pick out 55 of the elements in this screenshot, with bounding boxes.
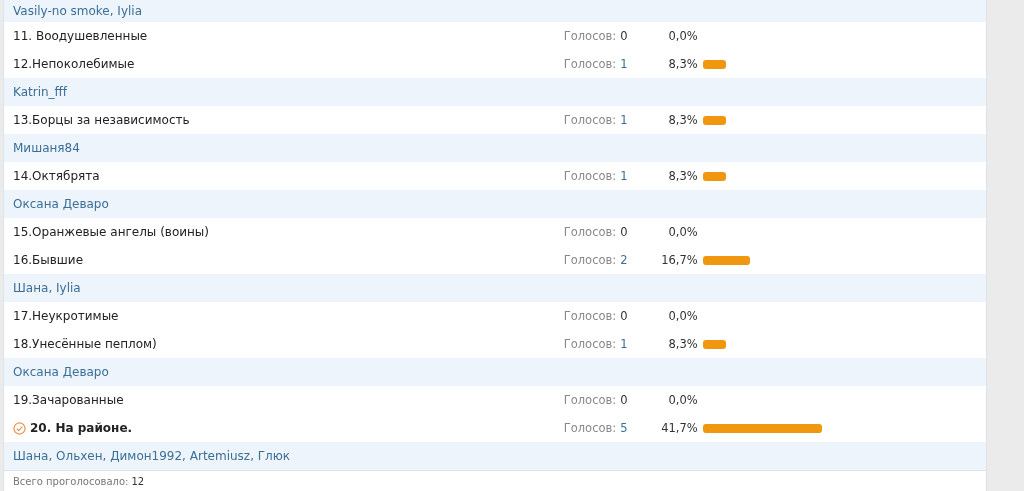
vote-percent: 8,3%	[667, 169, 698, 183]
vote-percent: 0,0%	[667, 309, 698, 323]
voter-names-link[interactable]: Шана, Iylia	[13, 281, 81, 295]
vote-percent: 41,7%	[660, 421, 698, 435]
votes-label: Голосов:	[563, 337, 617, 351]
votes-label: Голосов:	[563, 393, 617, 407]
vote-bar	[702, 59, 727, 69]
vote-bar	[702, 115, 727, 125]
option-label: 20. На районе.	[30, 421, 133, 435]
voter-names-link[interactable]: Оксана Деваро	[13, 197, 109, 211]
zero-vote-number: 0	[620, 309, 629, 323]
vote-bar	[702, 339, 727, 349]
votes-label: Голосов:	[563, 253, 617, 267]
votes-label: Голосов:	[563, 113, 617, 127]
check-circle-icon	[13, 421, 26, 435]
vote-percent: 8,3%	[667, 57, 698, 71]
voter-names-link[interactable]: Katrin_fff	[13, 85, 68, 99]
option-label: 11. Воодушевленные	[13, 29, 148, 43]
vote-percent: 8,3%	[667, 337, 698, 351]
zero-vote-number: 0	[620, 225, 629, 239]
votes-label: Голосов:	[563, 225, 617, 239]
total-votes-label: Всего проголосовало:	[13, 476, 129, 487]
option-label: 14.Октябрята	[13, 169, 100, 183]
voter-names-link[interactable]: Vasily-no smoke, Iylia	[13, 4, 142, 18]
option-label: 19.Зачарованные	[13, 393, 124, 407]
votes-label: Голосов:	[563, 29, 617, 43]
vote-count-link[interactable]: 1	[620, 57, 646, 71]
vote-count-link[interactable]: 5	[620, 421, 646, 435]
total-votes-count: 12	[131, 476, 145, 487]
zero-vote-number: 0	[620, 29, 629, 43]
zero-vote-number: 0	[620, 393, 629, 407]
vote-count-link[interactable]: 1	[620, 169, 646, 183]
vote-count-link[interactable]: 1	[620, 113, 646, 127]
vote-count-link[interactable]: 1	[620, 337, 646, 351]
votes-label: Голосов:	[563, 169, 617, 183]
vote-bar	[702, 171, 727, 181]
vote-count-link[interactable]: 2	[620, 253, 646, 267]
voter-names-link[interactable]: Мишаня84	[13, 141, 80, 155]
option-label: 17.Неукротимые	[13, 309, 119, 323]
votes-label: Голосов:	[563, 309, 617, 323]
vote-percent: 0,0%	[667, 29, 698, 43]
votes-label: Голосов:	[563, 57, 617, 71]
vote-percent: 0,0%	[667, 225, 698, 239]
vote-percent: 8,3%	[667, 113, 698, 127]
vote-percent: 16,7%	[660, 253, 698, 267]
option-label: 18.Унесённые пеплом)	[13, 337, 157, 351]
vote-bar	[702, 255, 751, 265]
option-label: 15.Оранжевые ангелы (воины)	[13, 225, 210, 239]
vote-percent: 0,0%	[667, 393, 698, 407]
voter-names-link[interactable]: Шана, Ольхен, Димон1992, Artemiusz, Глюк	[13, 449, 291, 463]
votes-label: Голосов:	[563, 421, 617, 435]
option-label: 12.Непоколебимые	[13, 57, 135, 71]
voter-names-link[interactable]: Оксана Деваро	[13, 365, 109, 379]
option-label: 16.Бывшие	[13, 253, 84, 267]
option-label: 13.Борцы за независимость	[13, 113, 190, 127]
